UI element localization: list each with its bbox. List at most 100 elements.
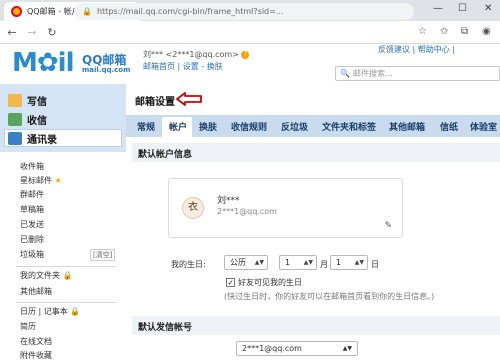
birthday-hint: (快过生日时，你的好友可以在邮箱首页看到你的生日信息。) (224, 292, 435, 301)
lock-icon: 🔒 (62, 271, 73, 280)
sidebar-item-spam[interactable]: 垃圾箱 (20, 249, 44, 260)
settings-link[interactable]: 设置 (183, 62, 199, 71)
settings-tabs: 常规 帐户 换肤 收信规则 反垃圾 文件夹和标签 其他邮箱 信纸 体验室 (126, 115, 500, 137)
contacts-icon (8, 132, 22, 145)
lock-icon: 🔒 (82, 7, 92, 16)
forward-icon[interactable]: → (24, 26, 40, 39)
mail-search-input[interactable]: 🔍 邮件搜索... (335, 66, 500, 81)
inbox-button[interactable]: 收信 (8, 112, 47, 127)
sidebar-item-deleted[interactable]: 已删除 (20, 234, 44, 245)
sidebar: 写信 收信 通讯录 收件箱 星标邮件 ★ 群邮件 草稿箱 已发送 已删除 垃圾箱… (0, 84, 126, 360)
annotation-arrow-icon (176, 92, 202, 106)
sender-account-value: 2***1@qq.com (242, 344, 302, 353)
birthday-visible-label: 好友可见我的生日 (238, 278, 302, 287)
sidebar-item-group-mail[interactable]: 群邮件 (20, 189, 44, 200)
sidebar-divider (16, 302, 116, 303)
change-skin-link[interactable]: 换肤 (207, 62, 223, 71)
settings-main: 邮箱设置 常规 帐户 换肤 收信规则 反垃圾 文件夹和标签 其他邮箱 信纸 体验… (126, 84, 500, 357)
minimize-icon[interactable]: — (433, 3, 443, 14)
sidebar-item-resume[interactable]: 简历 (20, 321, 36, 332)
birthday-label: 我的生日: (171, 260, 206, 269)
day-unit: 日 (371, 260, 379, 269)
profile-icon[interactable]: ◉ (482, 26, 491, 37)
reload-icon[interactable]: ↻ (44, 26, 60, 39)
url-bar[interactable]: 🔒 https://mail.qq.com/cgi-bin/frame_html… (74, 3, 414, 20)
star-icon: ★ (54, 176, 62, 185)
back-icon[interactable]: ← (4, 26, 20, 39)
day-value: 1 (336, 258, 342, 267)
account-card: 衣 刘*** 2***1@qq.com ✎ (168, 178, 403, 238)
tab-other-mailbox[interactable]: 其他邮箱 (389, 120, 425, 133)
tab-skin[interactable]: 换肤 (199, 120, 217, 133)
dropdown-arrow-icon: ▲▼ (342, 345, 352, 352)
page-title: 邮箱设置 (135, 97, 175, 108)
favorites-icon[interactable]: ✩ (440, 26, 448, 37)
sidebar-item-my-folders[interactable]: 我的文件夹 🔒 (20, 270, 73, 281)
sidebar-item-sent[interactable]: 已发送 (20, 219, 44, 230)
clear-spam-button[interactable]: [清空] (90, 249, 116, 261)
qq-mail-favicon-icon (11, 6, 22, 17)
calendar-label[interactable]: 日历 (20, 307, 36, 316)
edit-pencil-icon[interactable]: ✎ (384, 221, 392, 231)
maximize-icon[interactable]: ☐ (458, 3, 467, 14)
inbox-icon (8, 113, 22, 126)
tab-antispam[interactable]: 反垃圾 (281, 120, 308, 133)
compose-label: 写信 (27, 97, 47, 108)
header-subnav: 邮箱首页 | 设置 - 换肤 (143, 62, 223, 71)
birthday-visible-checkbox[interactable]: ✓ (226, 278, 235, 287)
notes-label[interactable]: 记事本 (44, 307, 68, 316)
search-placeholder: 邮件搜索... (352, 69, 393, 78)
contacts-button[interactable]: 通讯录 (8, 131, 57, 146)
sidebar-item-attachments[interactable]: 附件收藏 (20, 350, 52, 361)
sidebar-item-calendar-notes[interactable]: 日历 | 记事本 🔒 (20, 306, 80, 317)
card-email: 2***1@qq.com (217, 207, 277, 216)
tab-lab[interactable]: 体验室 (470, 120, 497, 133)
dropdown-arrow-icon: ▲▼ (354, 259, 364, 266)
calendar-type-select[interactable]: 公历 ▲▼ (224, 255, 268, 270)
my-folders-label: 我的文件夹 (20, 271, 60, 280)
top-links: 反馈建议 | 帮助中心 | (378, 45, 456, 54)
search-icon: 🔍 (340, 69, 350, 78)
contacts-label: 通讯录 (27, 135, 57, 146)
sidebar-item-starred[interactable]: 星标邮件 ★ (20, 175, 62, 186)
card-name: 刘*** (217, 196, 240, 206)
calendar-type-value: 公历 (230, 258, 246, 267)
dropdown-arrow-icon: ▲▼ (254, 259, 264, 266)
month-unit: 月 (320, 260, 328, 269)
sidebar-item-drafts[interactable]: 草稿箱 (20, 204, 44, 215)
sidebar-divider (16, 266, 116, 267)
dropdown-arrow-icon: ▲▼ (303, 259, 313, 266)
avatar[interactable]: 衣 (182, 197, 204, 219)
starred-label: 星标邮件 (20, 176, 52, 185)
window-close-icon[interactable]: ✕ (484, 3, 492, 14)
account-section-title: 默认帐户信息 (138, 150, 193, 160)
collections-icon[interactable]: ⧉ (461, 26, 468, 37)
mail-home-link[interactable]: 邮箱首页 (143, 62, 175, 71)
account-address: 刘*** <2***1@qq.com> (143, 50, 239, 59)
lock-icon: 🔒 (70, 307, 81, 316)
tab-general[interactable]: 常规 (137, 120, 155, 133)
help-link[interactable]: 帮助中心 (418, 45, 450, 54)
default-sender-select[interactable]: 2***1@qq.com ▲▼ (236, 341, 358, 356)
inbox-label: 收信 (27, 116, 47, 127)
tab-account[interactable]: 帐户 (169, 120, 187, 133)
birthday-visible-option[interactable]: ✓ 好友可见我的生日 (226, 277, 302, 288)
feedback-link[interactable]: 反馈建议 (378, 45, 410, 54)
day-select[interactable]: 1 ▲▼ (330, 255, 368, 270)
logo-domain-text: mail.qq.com (82, 66, 131, 74)
warning-icon[interactable]: ! (241, 50, 250, 59)
month-select[interactable]: 1 ▲▼ (279, 255, 317, 270)
tab-stationery[interactable]: 信纸 (440, 120, 458, 133)
sidebar-item-other-mailbox[interactable]: 其他邮箱 (20, 286, 52, 297)
compose-button[interactable]: 写信 (8, 93, 47, 108)
tab-mail-rules[interactable]: 收信规则 (231, 120, 267, 133)
mail-header: M✿il QQ邮箱 mail.qq.com 刘*** <2***1@qq.com… (0, 44, 500, 84)
compose-icon (8, 94, 22, 107)
qq-mail-logo[interactable]: M✿il (12, 48, 74, 78)
tab-folders-labels[interactable]: 文件夹和标签 (322, 120, 376, 133)
sidebar-item-online-docs[interactable]: 在线文档 (20, 336, 52, 347)
sidebar-item-inbox[interactable]: 收件箱 (20, 161, 44, 172)
month-value: 1 (285, 258, 291, 267)
star-icon[interactable]: ☆ (418, 26, 427, 37)
sender-section-title: 默认发信帐号 (138, 323, 193, 333)
